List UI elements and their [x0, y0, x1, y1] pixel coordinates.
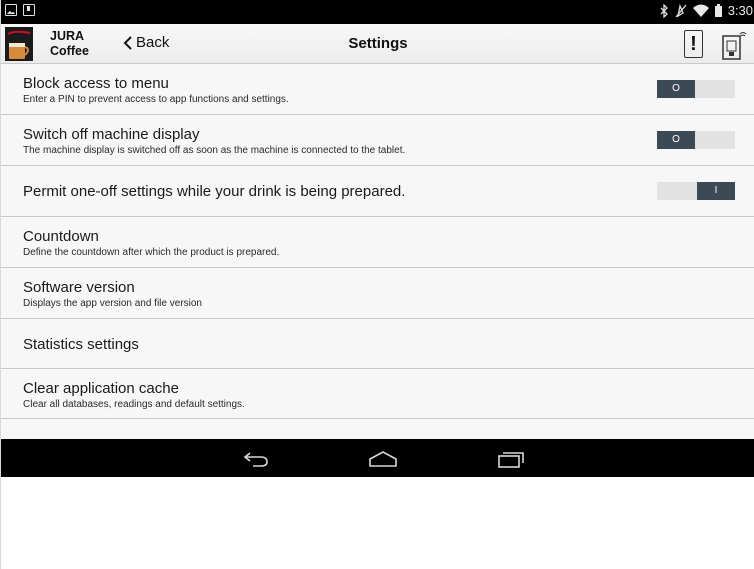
toggle-knob: O — [657, 131, 695, 149]
setting-title: Clear application cache — [23, 380, 179, 397]
setting-title: Countdown — [23, 228, 99, 245]
setting-block-access[interactable]: Block access to menu Enter a PIN to prev… — [1, 64, 754, 115]
alert-button[interactable]: ! — [684, 30, 703, 58]
mute-icon — [675, 3, 687, 17]
setting-subtitle: Define the countdown after which the pro… — [23, 247, 280, 258]
back-label: Back — [136, 34, 170, 51]
jura-logo-icon — [5, 27, 33, 61]
setting-clear-cache[interactable]: Clear application cache Clear all databa… — [1, 369, 754, 419]
setting-countdown[interactable]: Countdown Define the countdown after whi… — [1, 217, 754, 268]
setting-title: Permit one-off settings while your drink… — [23, 183, 406, 200]
brand-name: JURA Coffee — [50, 29, 89, 59]
setting-title: Block access to menu — [23, 75, 169, 92]
settings-list: Block access to menu Enter a PIN to prev… — [1, 64, 754, 439]
setting-title: Switch off machine display — [23, 126, 200, 143]
back-button[interactable]: Back — [123, 34, 169, 51]
setting-subtitle: Enter a PIN to prevent access to app fun… — [23, 94, 289, 105]
page-title: Settings — [348, 35, 408, 52]
bluetooth-icon — [660, 3, 668, 18]
battery-icon — [714, 4, 722, 17]
exclamation-icon: ! — [690, 33, 697, 55]
setting-software-version[interactable]: Software version Displays the app versio… — [1, 268, 754, 319]
status-time: 3:30 — [727, 3, 753, 18]
home-nav-icon[interactable] — [366, 448, 400, 470]
download-notification-icon — [23, 4, 35, 16]
setting-permit-one-off[interactable]: Permit one-off settings while your drink… — [1, 166, 754, 217]
toggle-knob: O — [657, 80, 695, 98]
setting-title: Statistics settings — [23, 336, 139, 353]
image-notification-icon — [5, 4, 17, 16]
block-access-toggle[interactable]: O — [657, 80, 735, 98]
brand-line-1: JURA — [50, 29, 85, 43]
recent-apps-icon[interactable] — [494, 448, 528, 470]
setting-switch-off-display[interactable]: Switch off machine display The machine d… — [1, 115, 754, 166]
setting-title: Software version — [23, 279, 135, 296]
status-bar: 3:30 — [1, 0, 754, 24]
toggle-knob: I — [697, 182, 735, 200]
back-nav-icon[interactable] — [239, 448, 273, 470]
action-bar: JURA Coffee Back Settings ! — [1, 24, 754, 64]
app-window: 3:30 JURA Coffee Back Settings ! Block a… — [0, 0, 754, 569]
setting-subtitle: Clear all databases, readings and defaul… — [23, 399, 245, 410]
setting-subtitle: Displays the app version and file versio… — [23, 298, 202, 309]
setting-statistics[interactable]: Statistics settings — [1, 319, 754, 369]
brand-line-2: Coffee — [50, 44, 89, 58]
wifi-icon — [692, 4, 709, 17]
chevron-left-icon — [123, 35, 132, 50]
coffee-machine-connection-icon[interactable] — [720, 28, 748, 60]
navigation-bar — [1, 439, 754, 477]
switch-off-display-toggle[interactable]: O — [657, 131, 735, 149]
permit-one-off-toggle[interactable]: I — [657, 182, 735, 200]
setting-subtitle: The machine display is switched off as s… — [23, 145, 406, 156]
